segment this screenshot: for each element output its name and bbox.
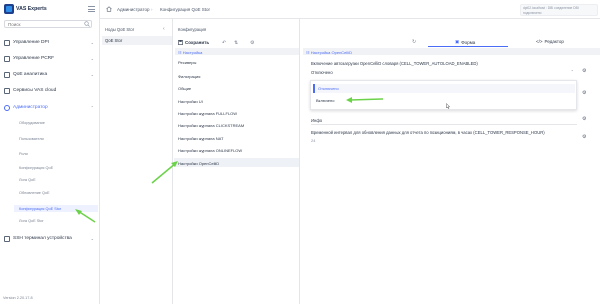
- node-row[interactable]: QoE Stor: [102, 36, 172, 45]
- terminal-icon: [4, 235, 10, 242]
- sub-qoe-config[interactable]: Конфигурация QoE: [19, 166, 53, 170]
- nav-qoe-analytics[interactable]: QoE аналитика ⌄: [4, 70, 96, 79]
- response-hour-label: Временной интервал для обновления данных…: [311, 130, 545, 135]
- dpi-icon: [4, 39, 10, 46]
- chevron-down-icon: ⌄: [90, 40, 94, 45]
- app-logo[interactable]: VAS Experts: [4, 3, 52, 14]
- breadcrumb-admin[interactable]: Администратор: [117, 7, 149, 12]
- analytics-icon: [4, 71, 10, 78]
- gear-icon[interactable]: ⚙: [582, 116, 586, 122]
- sort-icon[interactable]: ⇅: [234, 40, 238, 46]
- form-header: ☷ Настройка OpenCelliD: [303, 48, 600, 55]
- info-field[interactable]: Инфо: [311, 118, 577, 125]
- chevron-left-icon[interactable]: ‹: [163, 26, 165, 32]
- nav-pcrf[interactable]: Управление PCRF ⌄: [4, 54, 96, 63]
- sub-users[interactable]: Пользователи: [19, 137, 44, 141]
- pcrf-icon: [4, 55, 10, 62]
- autoload-label: Включение автозагрузки OpenCelliD словар…: [311, 61, 478, 66]
- logo-text: VAS Experts: [16, 5, 47, 12]
- config-title: Конфигурация: [178, 27, 207, 32]
- admin-icon: [4, 104, 10, 111]
- undo-icon[interactable]: ↶: [222, 40, 226, 46]
- logo-icon: [4, 3, 14, 14]
- config-item[interactable]: Настройки UI: [178, 99, 203, 104]
- gear-icon[interactable]: ⚙: [582, 90, 586, 96]
- sub-qoe-logs[interactable]: Лога QoE: [19, 178, 36, 182]
- form-icon: ▣: [455, 39, 460, 44]
- chevron-down-icon: ⌄: [90, 72, 94, 77]
- settings-icon[interactable]: ⚙: [250, 40, 254, 46]
- version-label: Version 2.20.17.8: [3, 296, 33, 300]
- save-icon: [178, 40, 183, 45]
- nav-ssh[interactable]: SSH терминал устройства ⌄: [4, 234, 96, 243]
- sub-equipment[interactable]: Оборудование: [19, 121, 45, 125]
- cursor-icon: [446, 103, 450, 109]
- nodes-title: Ноды QoE Stor: [105, 27, 135, 32]
- search-icon: [84, 21, 90, 27]
- config-item[interactable]: Фильтрация: [178, 74, 200, 79]
- chevron-up-icon: ⌃: [90, 105, 94, 110]
- config-item[interactable]: Настройки журнала ONLINEFLOW: [178, 148, 242, 153]
- tab-form[interactable]: ▣ Форма: [455, 39, 475, 45]
- option-disabled[interactable]: Отключено: [313, 84, 575, 93]
- nav-admin[interactable]: Администратор ⌃: [4, 103, 96, 112]
- option-enabled[interactable]: Включено: [313, 96, 575, 105]
- gear-icon[interactable]: ⚙: [582, 68, 586, 74]
- config-list-header: ☷ Настройка: [175, 48, 299, 55]
- active-tab-indicator: [428, 46, 508, 47]
- sub-roles[interactable]: Роли: [19, 152, 28, 156]
- chevron-up-icon: ⌃: [570, 69, 574, 74]
- config-item[interactable]: Настройки журнала FULLFLOW: [178, 111, 237, 116]
- chevron-down-icon: ⌄: [90, 236, 94, 241]
- tab-editor[interactable]: </> Редактор: [536, 39, 564, 44]
- cloud-icon: [4, 87, 10, 94]
- nav-dpi[interactable]: Управление DPI ⌄: [4, 38, 96, 47]
- sub-qoe-update[interactable]: Обновление QoE: [19, 191, 50, 195]
- home-icon[interactable]: [106, 6, 112, 12]
- response-hour-value[interactable]: 24: [311, 138, 315, 143]
- config-item[interactable]: Настройки журнала CLICKSTREAM: [178, 123, 244, 128]
- config-item[interactable]: Общие: [178, 86, 191, 91]
- sub-qoe-stor-logs[interactable]: Лога QoE Stor: [19, 219, 44, 223]
- nav-vas-cloud[interactable]: Сервисы VAS cloud: [4, 86, 96, 95]
- autoload-select[interactable]: Отключено ⌃: [311, 68, 577, 76]
- config-item[interactable]: Ресиверы: [178, 60, 196, 65]
- connection-notification: dpi02.localhost : DBI соединение DBI под…: [520, 4, 598, 16]
- config-item[interactable]: Настройки журнала NAT: [178, 136, 223, 141]
- menu-toggle-icon[interactable]: [88, 6, 95, 12]
- chevron-down-icon: ⌄: [90, 56, 94, 61]
- breadcrumb-current: Конфигурация QoE Stor: [160, 7, 210, 12]
- search-input[interactable]: [4, 20, 92, 28]
- gear-icon[interactable]: ⚙: [582, 134, 586, 140]
- sub-qoe-stor-config[interactable]: Конфигурация QoE Stor: [14, 205, 98, 212]
- save-button[interactable]: Сохранить: [178, 40, 209, 45]
- refresh-icon[interactable]: ↻: [412, 39, 416, 45]
- nodes-panel: [100, 19, 173, 304]
- code-icon: </>: [536, 39, 543, 44]
- config-item-active[interactable]: Настройки OpenCelliD: [174, 158, 299, 167]
- breadcrumb-separator: ›: [151, 7, 153, 12]
